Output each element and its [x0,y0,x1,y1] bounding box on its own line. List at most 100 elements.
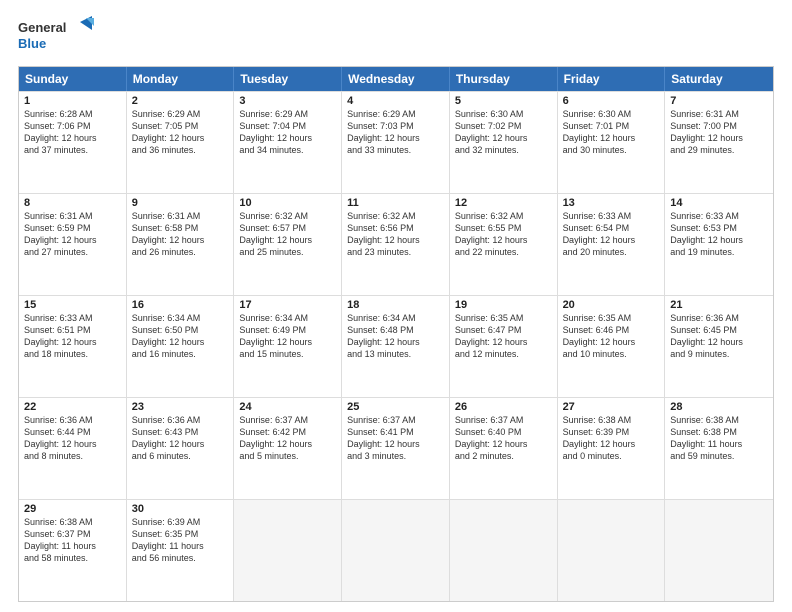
day-info: Sunrise: 6:29 AM Sunset: 7:03 PM Dayligh… [347,108,444,157]
day-info: Sunrise: 6:31 AM Sunset: 6:58 PM Dayligh… [132,210,229,259]
day-info: Sunrise: 6:31 AM Sunset: 7:00 PM Dayligh… [670,108,768,157]
col-header-monday: Monday [127,67,235,91]
day-number: 19 [455,299,552,311]
day-cell-empty-4-6 [665,500,773,601]
day-number: 12 [455,197,552,209]
calendar-body: 1Sunrise: 6:28 AM Sunset: 7:06 PM Daylig… [19,91,773,601]
day-cell-27: 27Sunrise: 6:38 AM Sunset: 6:39 PM Dayli… [558,398,666,499]
day-number: 5 [455,95,552,107]
day-cell-2: 2Sunrise: 6:29 AM Sunset: 7:05 PM Daylig… [127,92,235,193]
calendar-row-1: 8Sunrise: 6:31 AM Sunset: 6:59 PM Daylig… [19,193,773,295]
day-cell-7: 7Sunrise: 6:31 AM Sunset: 7:00 PM Daylig… [665,92,773,193]
day-info: Sunrise: 6:33 AM Sunset: 6:51 PM Dayligh… [24,312,121,361]
day-number: 1 [24,95,121,107]
day-info: Sunrise: 6:33 AM Sunset: 6:53 PM Dayligh… [670,210,768,259]
day-cell-empty-4-5 [558,500,666,601]
day-info: Sunrise: 6:37 AM Sunset: 6:42 PM Dayligh… [239,414,336,463]
col-header-friday: Friday [558,67,666,91]
day-number: 28 [670,401,768,413]
day-number: 13 [563,197,660,209]
calendar-header-row: SundayMondayTuesdayWednesdayThursdayFrid… [19,67,773,91]
day-info: Sunrise: 6:33 AM Sunset: 6:54 PM Dayligh… [563,210,660,259]
day-info: Sunrise: 6:29 AM Sunset: 7:04 PM Dayligh… [239,108,336,157]
logo: General Blue [18,16,98,56]
day-cell-10: 10Sunrise: 6:32 AM Sunset: 6:57 PM Dayli… [234,194,342,295]
day-info: Sunrise: 6:36 AM Sunset: 6:44 PM Dayligh… [24,414,121,463]
day-info: Sunrise: 6:39 AM Sunset: 6:35 PM Dayligh… [132,516,229,565]
day-number: 2 [132,95,229,107]
day-cell-30: 30Sunrise: 6:39 AM Sunset: 6:35 PM Dayli… [127,500,235,601]
day-number: 11 [347,197,444,209]
day-number: 4 [347,95,444,107]
day-cell-8: 8Sunrise: 6:31 AM Sunset: 6:59 PM Daylig… [19,194,127,295]
day-cell-3: 3Sunrise: 6:29 AM Sunset: 7:04 PM Daylig… [234,92,342,193]
day-cell-14: 14Sunrise: 6:33 AM Sunset: 6:53 PM Dayli… [665,194,773,295]
day-cell-28: 28Sunrise: 6:38 AM Sunset: 6:38 PM Dayli… [665,398,773,499]
day-cell-15: 15Sunrise: 6:33 AM Sunset: 6:51 PM Dayli… [19,296,127,397]
day-number: 21 [670,299,768,311]
day-info: Sunrise: 6:34 AM Sunset: 6:50 PM Dayligh… [132,312,229,361]
calendar-row-4: 29Sunrise: 6:38 AM Sunset: 6:37 PM Dayli… [19,499,773,601]
calendar-row-0: 1Sunrise: 6:28 AM Sunset: 7:06 PM Daylig… [19,91,773,193]
day-info: Sunrise: 6:29 AM Sunset: 7:05 PM Dayligh… [132,108,229,157]
day-cell-17: 17Sunrise: 6:34 AM Sunset: 6:49 PM Dayli… [234,296,342,397]
day-cell-4: 4Sunrise: 6:29 AM Sunset: 7:03 PM Daylig… [342,92,450,193]
day-number: 7 [670,95,768,107]
day-cell-18: 18Sunrise: 6:34 AM Sunset: 6:48 PM Dayli… [342,296,450,397]
page: General Blue SundayMondayTuesdayWednesda… [0,0,792,612]
day-info: Sunrise: 6:34 AM Sunset: 6:48 PM Dayligh… [347,312,444,361]
day-cell-24: 24Sunrise: 6:37 AM Sunset: 6:42 PM Dayli… [234,398,342,499]
day-info: Sunrise: 6:35 AM Sunset: 6:47 PM Dayligh… [455,312,552,361]
calendar-row-2: 15Sunrise: 6:33 AM Sunset: 6:51 PM Dayli… [19,295,773,397]
day-cell-26: 26Sunrise: 6:37 AM Sunset: 6:40 PM Dayli… [450,398,558,499]
day-info: Sunrise: 6:32 AM Sunset: 6:57 PM Dayligh… [239,210,336,259]
day-cell-12: 12Sunrise: 6:32 AM Sunset: 6:55 PM Dayli… [450,194,558,295]
day-number: 26 [455,401,552,413]
day-info: Sunrise: 6:38 AM Sunset: 6:37 PM Dayligh… [24,516,121,565]
day-number: 27 [563,401,660,413]
day-number: 25 [347,401,444,413]
day-cell-5: 5Sunrise: 6:30 AM Sunset: 7:02 PM Daylig… [450,92,558,193]
day-number: 22 [24,401,121,413]
day-number: 6 [563,95,660,107]
day-info: Sunrise: 6:31 AM Sunset: 6:59 PM Dayligh… [24,210,121,259]
day-number: 29 [24,503,121,515]
col-header-tuesday: Tuesday [234,67,342,91]
day-cell-empty-4-2 [234,500,342,601]
svg-text:Blue: Blue [18,36,46,51]
day-info: Sunrise: 6:32 AM Sunset: 6:56 PM Dayligh… [347,210,444,259]
day-cell-11: 11Sunrise: 6:32 AM Sunset: 6:56 PM Dayli… [342,194,450,295]
svg-text:General: General [18,20,66,35]
day-number: 20 [563,299,660,311]
day-number: 8 [24,197,121,209]
calendar: SundayMondayTuesdayWednesdayThursdayFrid… [18,66,774,602]
day-number: 15 [24,299,121,311]
day-info: Sunrise: 6:30 AM Sunset: 7:02 PM Dayligh… [455,108,552,157]
day-info: Sunrise: 6:34 AM Sunset: 6:49 PM Dayligh… [239,312,336,361]
col-header-wednesday: Wednesday [342,67,450,91]
day-number: 9 [132,197,229,209]
day-cell-22: 22Sunrise: 6:36 AM Sunset: 6:44 PM Dayli… [19,398,127,499]
day-cell-13: 13Sunrise: 6:33 AM Sunset: 6:54 PM Dayli… [558,194,666,295]
day-cell-empty-4-3 [342,500,450,601]
day-number: 10 [239,197,336,209]
day-number: 17 [239,299,336,311]
day-info: Sunrise: 6:32 AM Sunset: 6:55 PM Dayligh… [455,210,552,259]
day-number: 18 [347,299,444,311]
day-cell-16: 16Sunrise: 6:34 AM Sunset: 6:50 PM Dayli… [127,296,235,397]
day-info: Sunrise: 6:30 AM Sunset: 7:01 PM Dayligh… [563,108,660,157]
logo-svg: General Blue [18,16,98,56]
day-cell-23: 23Sunrise: 6:36 AM Sunset: 6:43 PM Dayli… [127,398,235,499]
day-info: Sunrise: 6:35 AM Sunset: 6:46 PM Dayligh… [563,312,660,361]
day-number: 23 [132,401,229,413]
col-header-sunday: Sunday [19,67,127,91]
day-cell-21: 21Sunrise: 6:36 AM Sunset: 6:45 PM Dayli… [665,296,773,397]
day-cell-20: 20Sunrise: 6:35 AM Sunset: 6:46 PM Dayli… [558,296,666,397]
day-info: Sunrise: 6:28 AM Sunset: 7:06 PM Dayligh… [24,108,121,157]
day-number: 30 [132,503,229,515]
day-cell-6: 6Sunrise: 6:30 AM Sunset: 7:01 PM Daylig… [558,92,666,193]
day-info: Sunrise: 6:36 AM Sunset: 6:43 PM Dayligh… [132,414,229,463]
day-info: Sunrise: 6:38 AM Sunset: 6:38 PM Dayligh… [670,414,768,463]
day-info: Sunrise: 6:37 AM Sunset: 6:41 PM Dayligh… [347,414,444,463]
day-number: 3 [239,95,336,107]
